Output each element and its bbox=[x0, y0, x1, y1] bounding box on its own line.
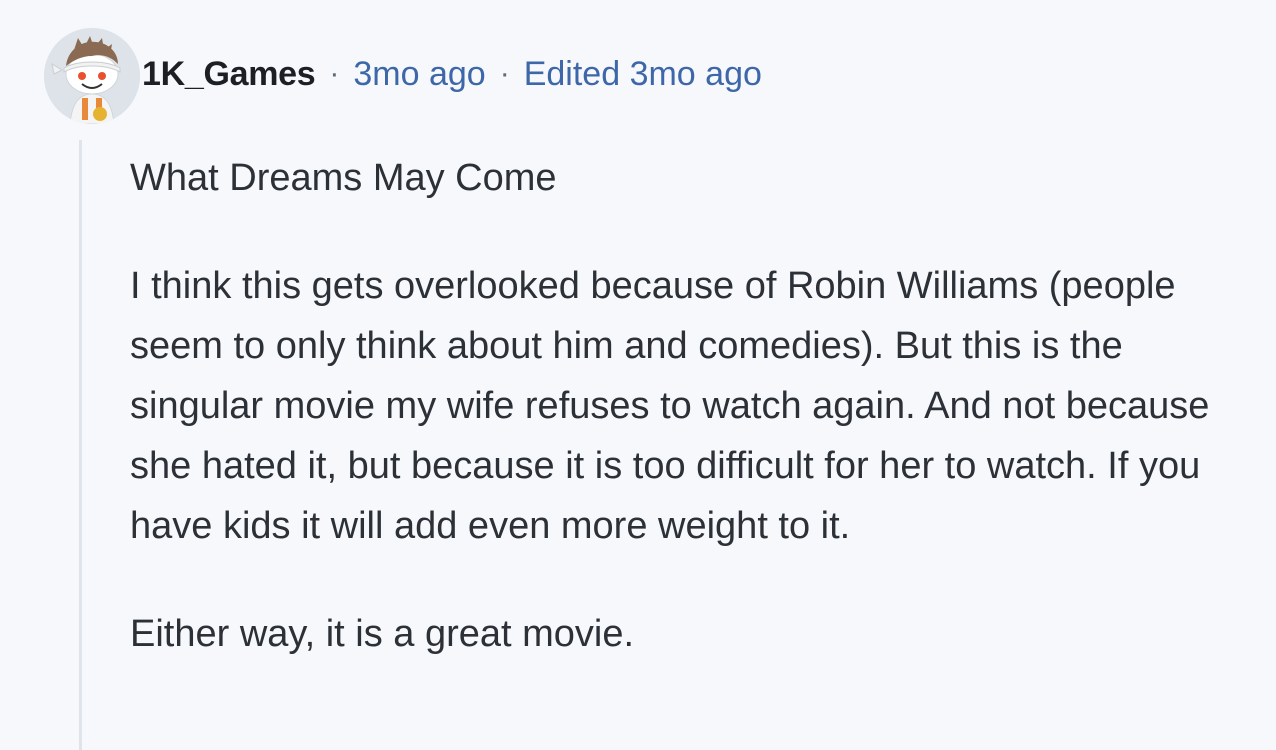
comment-paragraph: Either way, it is a great movie. bbox=[130, 613, 635, 655]
edited-timestamp[interactable]: Edited 3mo ago bbox=[524, 55, 762, 94]
username[interactable]: 1K_Games bbox=[142, 55, 316, 94]
separator-dot: · bbox=[329, 57, 340, 90]
thread-line[interactable] bbox=[79, 140, 82, 750]
comment-header: 1K_Games · 3mo ago · Edited 3mo ago bbox=[142, 52, 762, 96]
comment-paragraph: What Dreams May Come bbox=[130, 157, 557, 199]
comment: 1K_Games · 3mo ago · Edited 3mo ago What… bbox=[0, 0, 1276, 750]
separator-dot: · bbox=[499, 57, 510, 90]
comment-body: What Dreams May Come I think this gets o… bbox=[130, 148, 1250, 664]
avatar[interactable] bbox=[44, 28, 140, 124]
snoo-avatar-icon bbox=[44, 28, 140, 124]
timestamp-link[interactable]: 3mo ago bbox=[353, 55, 485, 94]
comment-paragraph: I think this gets overlooked because of … bbox=[130, 265, 1210, 547]
